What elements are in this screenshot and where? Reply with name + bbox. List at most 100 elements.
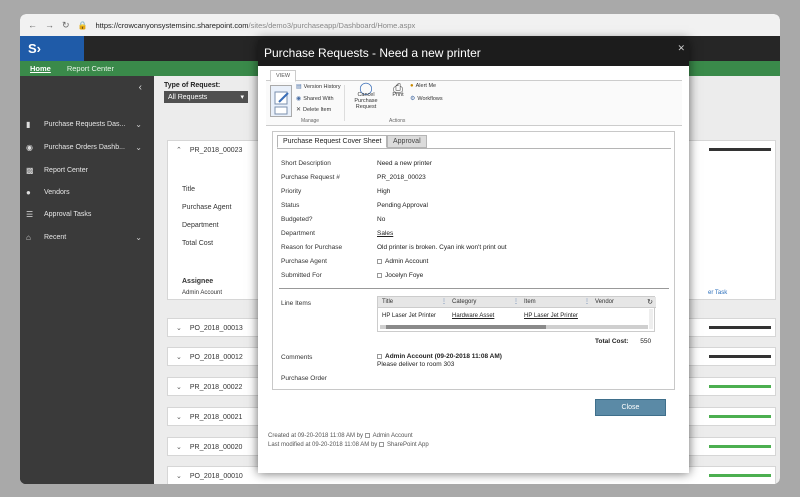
field-value: Jocelyn Foye bbox=[385, 272, 424, 279]
card-id: PR_2018_00020 bbox=[189, 443, 243, 451]
cancel-request-button[interactable]: ◯ Cancel Purchase Request bbox=[346, 81, 386, 110]
close-button[interactable]: Close bbox=[595, 399, 666, 416]
history-icon: ▤ bbox=[296, 84, 302, 90]
column-header[interactable]: Category bbox=[452, 299, 476, 305]
comment-text: Please deliver to room 303 bbox=[377, 361, 455, 368]
chevron-down-icon[interactable]: ⌄ bbox=[176, 383, 182, 391]
alert-me-button[interactable]: ● Alert Me bbox=[410, 83, 436, 89]
edit-item-button[interactable] bbox=[270, 85, 292, 117]
card-id: PO_2018_00012 bbox=[189, 353, 243, 361]
column-header[interactable]: Vendor bbox=[595, 299, 614, 305]
sharepoint-logo-icon[interactable]: S› bbox=[20, 36, 84, 61]
cancel-request-icon: ◯ bbox=[359, 81, 373, 95]
dashboard-icon: ◉ bbox=[26, 142, 33, 152]
request-type-select[interactable]: All Requests ▾ bbox=[164, 91, 248, 103]
card-id: PR_2018_00021 bbox=[189, 413, 243, 421]
person-icon bbox=[377, 353, 382, 359]
task-link[interactable]: er Task bbox=[708, 290, 727, 296]
request-type-filter: Type of Request: All Requests ▾ bbox=[164, 82, 248, 103]
sidebar-item-label: Approval Tasks bbox=[44, 210, 92, 218]
nav-home[interactable]: Home bbox=[30, 64, 51, 73]
tab-approval[interactable]: Approval bbox=[387, 135, 427, 148]
sidebar-item-approval-tasks[interactable]: ☰ Approval Tasks bbox=[20, 204, 154, 224]
sidebar-item-purchase-requests[interactable]: ▮ Purchase Requests Das... ⌄ bbox=[20, 114, 154, 134]
scrollbar-thumb[interactable] bbox=[386, 325, 546, 329]
progress-bar bbox=[709, 385, 771, 388]
person-icon bbox=[378, 442, 384, 447]
sidebar-item-recent[interactable]: ⌂ Recent ⌄ bbox=[20, 227, 154, 247]
comment-author-text: Admin Account (09-20-2018 11:08 AM) bbox=[385, 353, 502, 360]
sidebar-item-report-center[interactable]: ▩ Report Center bbox=[20, 160, 154, 180]
nav-report-center[interactable]: Report Center bbox=[67, 64, 114, 73]
field-label: Purchase Order bbox=[281, 375, 327, 382]
reload-icon[interactable]: ↻ bbox=[62, 20, 70, 31]
field-label: Submitted For bbox=[281, 272, 322, 279]
back-icon[interactable]: ← bbox=[28, 20, 37, 30]
ribbon-label: Version History bbox=[303, 83, 341, 90]
filter-label: Type of Request: bbox=[164, 82, 221, 89]
total-cost-label: Total Cost: bbox=[595, 338, 629, 345]
sidebar: ‹ ▮ Purchase Requests Das... ⌄ ◉ Purchas… bbox=[20, 76, 154, 484]
person-field[interactable]: Admin Account bbox=[377, 258, 428, 265]
workflow-icon: ⚙ bbox=[410, 96, 416, 102]
sidebar-item-vendors[interactable]: ● Vendors bbox=[20, 182, 154, 202]
print-button[interactable]: ⎙ Print bbox=[390, 81, 406, 98]
chevron-down-icon[interactable]: ⌄ bbox=[176, 443, 182, 451]
people-icon: ● bbox=[26, 187, 31, 197]
column-menu-icon[interactable]: ⋮ bbox=[441, 298, 447, 305]
filter-value: All Requests bbox=[168, 93, 208, 101]
card-id: PR_2018_00022 bbox=[189, 383, 243, 391]
chevron-down-icon[interactable]: ⌄ bbox=[135, 120, 142, 129]
shared-with-button[interactable]: ◉ Shared With bbox=[296, 95, 334, 103]
url-path: /sites/demo3/purchaseapp/Dashboard/Home.… bbox=[248, 20, 416, 30]
address-bar[interactable]: https://crowcanyonsystemsinc.sharepoint.… bbox=[96, 21, 416, 30]
close-icon[interactable]: ✕ bbox=[677, 43, 685, 54]
chevron-up-icon[interactable]: ⌃ bbox=[176, 146, 182, 154]
card-id: PO_2018_00010 bbox=[189, 472, 243, 480]
horizontal-scrollbar[interactable] bbox=[380, 325, 648, 329]
field-label: Priority bbox=[281, 188, 302, 195]
vertical-scrollbar[interactable] bbox=[649, 309, 653, 329]
modified-text: Last modified at 09-20-2018 11:08 AM by bbox=[268, 442, 378, 449]
column-header[interactable]: Title bbox=[382, 299, 393, 305]
field-label: Comments bbox=[281, 354, 313, 361]
dialog-title-text: Purchase Requests - Need a new printer bbox=[264, 46, 481, 60]
refresh-icon[interactable]: ↻ bbox=[647, 298, 653, 306]
column-menu-icon[interactable]: ⋮ bbox=[584, 298, 590, 305]
chevron-down-icon[interactable]: ⌄ bbox=[176, 472, 182, 480]
chevron-down-icon[interactable]: ⌄ bbox=[176, 353, 182, 361]
column-header[interactable]: Item bbox=[524, 299, 536, 305]
chevron-down-icon[interactable]: ⌄ bbox=[176, 324, 182, 332]
purchase-request-dialog: Purchase Requests - Need a new printer ✕… bbox=[258, 40, 689, 473]
group-label-manage: Manage bbox=[301, 118, 320, 124]
progress-bar bbox=[709, 148, 771, 151]
collapse-sidebar-icon[interactable]: ‹ bbox=[139, 82, 142, 93]
sidebar-item-purchase-orders[interactable]: ◉ Purchase Orders Dashb... ⌄ bbox=[20, 137, 154, 157]
person-field[interactable]: Jocelyn Foye bbox=[377, 272, 423, 279]
print-icon: ⎙ bbox=[393, 81, 403, 95]
tab-cover-sheet[interactable]: Purchase Request Cover Sheet bbox=[277, 135, 388, 148]
modified-by[interactable]: SharePoint App bbox=[387, 442, 429, 448]
field-value: PR_2018_00023 bbox=[377, 174, 426, 181]
sidebar-item-label: Purchase Orders Dashb... bbox=[44, 143, 125, 151]
grid-cell-link[interactable]: HP Laser Jet Printer bbox=[524, 313, 578, 319]
department-link[interactable]: Sales bbox=[377, 230, 393, 237]
chevron-down-icon: ▾ bbox=[240, 94, 244, 101]
workflows-button[interactable]: ⚙ Workflows bbox=[410, 95, 443, 103]
chevron-down-icon[interactable]: ⌄ bbox=[135, 143, 142, 152]
created-by[interactable]: Admin Account bbox=[373, 433, 413, 439]
cover-sheet-form: Purchase Request Cover Sheet Approval Sh… bbox=[272, 131, 675, 390]
forward-icon[interactable]: → bbox=[45, 20, 54, 30]
tab-view[interactable]: VIEW bbox=[270, 70, 297, 82]
chevron-down-icon[interactable]: ⌄ bbox=[176, 413, 182, 421]
progress-bar bbox=[709, 326, 771, 329]
modified-info: Last modified at 09-20-2018 11:08 AM by … bbox=[268, 442, 429, 448]
column-menu-icon[interactable]: ⋮ bbox=[513, 298, 519, 305]
grid-cell-link[interactable]: Hardware Asset bbox=[452, 313, 494, 319]
delete-item-button[interactable]: ✕ Delete Item bbox=[296, 106, 331, 114]
group-label-actions: Actions bbox=[389, 118, 406, 124]
ribbon-label: Workflows bbox=[417, 95, 443, 102]
field-label: Status bbox=[281, 202, 300, 209]
version-history-button[interactable]: ▤ Version History bbox=[296, 83, 341, 91]
chevron-down-icon[interactable]: ⌄ bbox=[135, 233, 142, 242]
